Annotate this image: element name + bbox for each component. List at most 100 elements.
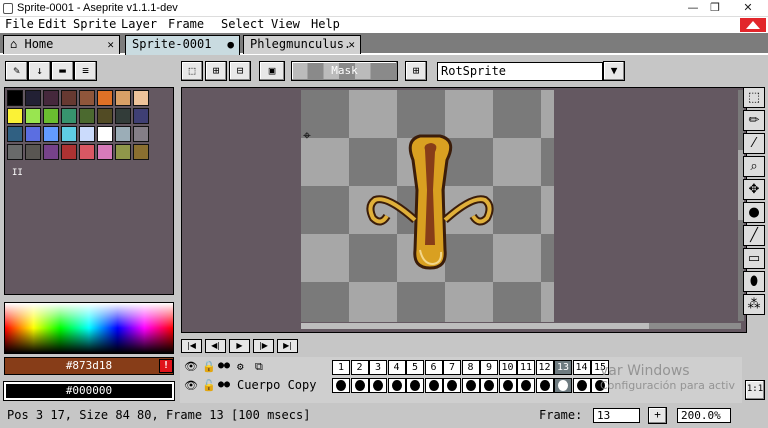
- cel[interactable]: [350, 378, 369, 393]
- mask-color-button[interactable]: Mask: [291, 61, 398, 81]
- tab-sprite-0001[interactable]: Sprite-0001 ●: [125, 35, 240, 55]
- lock-icon[interactable]: 🔒: [202, 360, 216, 373]
- download-button[interactable]: ↓: [28, 61, 51, 81]
- frame-header[interactable]: 13: [554, 360, 572, 375]
- frame-header[interactable]: 10: [498, 360, 517, 375]
- palette-swatch[interactable]: [79, 108, 95, 124]
- tab-home-close-icon[interactable]: ✕: [107, 36, 114, 53]
- menu-select[interactable]: Select: [221, 17, 264, 33]
- eyedropper-tool-button[interactable]: ⁄: [743, 133, 765, 154]
- palette-swatch[interactable]: [97, 126, 113, 142]
- zoom-1to1-button[interactable]: 1:1: [745, 380, 765, 400]
- palette-swatch[interactable]: [25, 126, 41, 142]
- onion-skin-icon[interactable]: ●●: [218, 360, 230, 371]
- palette-swatch[interactable]: [79, 126, 95, 142]
- palette-swatch[interactable]: [97, 144, 113, 160]
- eye-visibility-icon[interactable]: 👁: [184, 360, 198, 373]
- cel[interactable]: [406, 378, 424, 393]
- cel[interactable]: [461, 378, 480, 393]
- palette-swatch[interactable]: [25, 144, 41, 160]
- palette-swatch[interactable]: [115, 126, 131, 142]
- cel[interactable]: [369, 378, 387, 393]
- frame-header[interactable]: 7: [443, 360, 461, 375]
- transparent-color-button[interactable]: ▣: [259, 61, 285, 81]
- palette-swatch[interactable]: [7, 108, 23, 124]
- frame-header[interactable]: 12: [535, 360, 554, 375]
- palette-swatch[interactable]: [7, 90, 23, 106]
- menu-edit[interactable]: Edit: [38, 17, 67, 33]
- fill-tool-button[interactable]: ●: [743, 202, 765, 223]
- foreground-color-button[interactable]: #873d18: [4, 357, 174, 375]
- line-tool-button[interactable]: ╱: [743, 225, 765, 246]
- cel[interactable]: [535, 378, 554, 393]
- palette-swatch[interactable]: [61, 144, 77, 160]
- move-tool-button[interactable]: ✥: [743, 179, 765, 200]
- selection-subtract-button[interactable]: ⊟: [229, 61, 251, 81]
- frame-header[interactable]: 4: [387, 360, 406, 375]
- selection-add-button[interactable]: ⊞: [205, 61, 227, 81]
- last-frame-button[interactable]: ▶|: [277, 339, 298, 353]
- palette-swatch[interactable]: [61, 108, 77, 124]
- add-frame-button[interactable]: +: [648, 407, 667, 424]
- cel[interactable]: [387, 378, 406, 393]
- frame-header[interactable]: 3: [369, 360, 387, 375]
- cel[interactable]: [498, 378, 517, 393]
- cel[interactable]: [424, 378, 443, 393]
- layer-visible-icon[interactable]: 👁: [184, 379, 198, 392]
- tab-home[interactable]: ⌂ Home ✕: [3, 35, 120, 54]
- frame-header[interactable]: 14: [572, 360, 591, 375]
- selection-replace-button[interactable]: ⬚: [181, 61, 203, 81]
- horizontal-scroll-thumb[interactable]: [301, 323, 649, 329]
- palette-swatch[interactable]: [133, 108, 149, 124]
- menu-view[interactable]: View: [271, 17, 300, 33]
- folder-button[interactable]: ▬: [51, 61, 74, 81]
- zoom-tool-button[interactable]: ⌕: [743, 156, 765, 177]
- cel[interactable]: [572, 378, 591, 393]
- tab-phlegmunculus-close-icon[interactable]: ✕: [348, 36, 355, 53]
- palette-swatch[interactable]: [133, 90, 149, 106]
- marquee-tool-button[interactable]: ⬚: [743, 87, 765, 108]
- frame-header[interactable]: 5: [406, 360, 424, 375]
- palette-swatch[interactable]: [97, 108, 113, 124]
- palette-swatch[interactable]: [7, 126, 23, 142]
- frame-header[interactable]: 8: [461, 360, 480, 375]
- cel[interactable]: [480, 378, 498, 393]
- frame-header[interactable]: 11: [517, 360, 535, 375]
- zoom-field[interactable]: 200.0%: [677, 408, 731, 423]
- layers-icon[interactable]: ⧉: [255, 360, 263, 374]
- palette-swatch[interactable]: [7, 144, 23, 160]
- pivot-button[interactable]: ⊞: [405, 61, 427, 81]
- cel[interactable]: [443, 378, 461, 393]
- layer-lock-icon[interactable]: 🔓: [202, 379, 216, 392]
- first-frame-button[interactable]: |◀: [181, 339, 202, 353]
- layer-name[interactable]: Cuerpo Copy: [237, 378, 316, 392]
- background-color-button[interactable]: #000000: [3, 381, 175, 401]
- palette-resize-handle-icon[interactable]: II: [12, 168, 23, 178]
- contour-tool-button[interactable]: ⬮: [743, 271, 765, 292]
- color-spectrum[interactable]: [4, 302, 174, 354]
- palette-swatch[interactable]: [115, 144, 131, 160]
- brush-tool-button[interactable]: ✎: [5, 61, 28, 81]
- rectangle-tool-button[interactable]: ▭: [743, 248, 765, 269]
- dropdown-button[interactable]: ▼: [603, 61, 625, 81]
- palette-swatch[interactable]: [61, 90, 77, 106]
- layer-continuous-icon[interactable]: ●●: [218, 379, 230, 390]
- palette-swatch[interactable]: [25, 108, 41, 124]
- palette-swatch[interactable]: [79, 144, 95, 160]
- gear-icon[interactable]: ⚙: [237, 360, 244, 373]
- warning-icon[interactable]: !: [159, 359, 173, 373]
- menu-sprite[interactable]: Sprite: [73, 17, 116, 33]
- palette-swatch[interactable]: [133, 126, 149, 142]
- rotation-algorithm-select[interactable]: RotSprite: [437, 62, 603, 81]
- next-frame-button[interactable]: |▶: [253, 339, 274, 353]
- cel[interactable]: [332, 378, 350, 393]
- palette-swatch[interactable]: [25, 90, 41, 106]
- frame-number-field[interactable]: 13: [593, 408, 640, 423]
- cel[interactable]: [517, 378, 535, 393]
- play-button[interactable]: ▶: [229, 339, 250, 353]
- menu-frame[interactable]: Frame: [168, 17, 204, 33]
- palette-swatch[interactable]: [43, 90, 59, 106]
- palette-swatch[interactable]: [133, 144, 149, 160]
- previous-frame-button[interactable]: ◀|: [205, 339, 226, 353]
- close-button[interactable]: ✕: [733, 0, 763, 17]
